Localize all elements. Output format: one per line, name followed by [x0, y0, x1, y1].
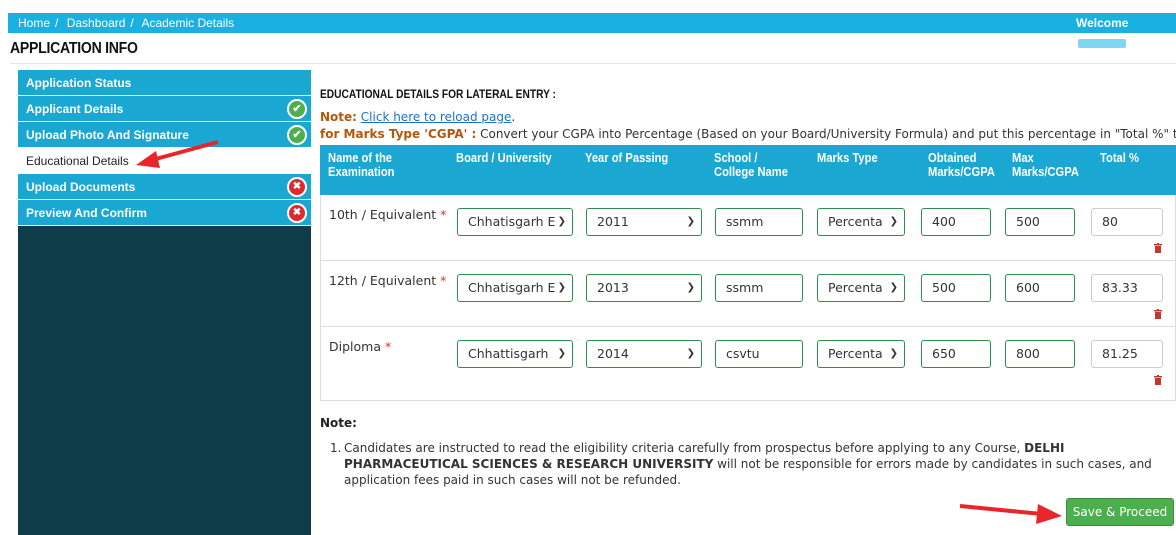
board-select[interactable]: Chhatisgarh E ❯ [457, 274, 573, 302]
school-input[interactable]: ssmm [715, 208, 803, 236]
year-select[interactable]: 2014 ❯ [586, 340, 702, 368]
chevron-down-icon: ❯ [686, 216, 695, 227]
breadcrumb: Home / Dashboard / Academic Details Welcom… [8, 13, 1176, 49]
school-input[interactable]: csvtu [715, 340, 803, 368]
breadcrumb-current: Academic Details [141, 16, 235, 30]
arrow-annotation-icon [136, 140, 219, 168]
sidebar-item-application-status[interactable]: Application Status [18, 70, 311, 96]
col-board: Board / University [456, 150, 552, 165]
cross-icon: ✖ [287, 177, 307, 197]
redacted-username [1078, 39, 1126, 49]
title-divider [10, 63, 1176, 64]
reload-note: Note: Click here to reload page. [320, 110, 516, 124]
marks-type-select[interactable]: Percenta ❯ [817, 208, 905, 236]
marks-type-select[interactable]: Percenta ❯ [817, 340, 905, 368]
save-proceed-button[interactable]: Save & Proceed [1066, 498, 1174, 526]
page-title: APPLICATION INFO [10, 40, 138, 57]
obtained-marks-input[interactable]: 400 [921, 208, 991, 236]
sidebar-item-label: Application Status [26, 76, 132, 90]
chevron-down-icon: ❯ [889, 216, 898, 227]
exam-name: Diploma * [329, 339, 392, 354]
chevron-down-icon: ❯ [686, 348, 695, 359]
table-row: 10th / Equivalent * Chhatisgarh E ❯ 2011 ❯… [321, 195, 1176, 261]
year-select[interactable]: 2011 ❯ [586, 208, 702, 236]
sidebar-item-preview-confirm[interactable]: Preview And Confirm ✖ [18, 200, 311, 226]
trash-icon[interactable] [1154, 309, 1162, 319]
total-percent-input[interactable]: 81.25 [1091, 340, 1163, 368]
reload-page-link[interactable]: Click here to reload page [361, 110, 512, 124]
sidebar-item-label: Educational Details [26, 154, 129, 168]
table-header: Name of the Examination Board / Universi… [320, 145, 1176, 195]
chevron-down-icon: ❯ [889, 348, 898, 359]
max-marks-input[interactable]: 500 [1005, 208, 1075, 236]
sidebar-item-upload-documents[interactable]: Upload Documents ✖ [18, 174, 311, 200]
note-text: Candidates are instructed to read the el… [344, 441, 1152, 487]
exam-name: 12th / Equivalent * [329, 273, 447, 288]
school-input[interactable]: ssmm [715, 274, 803, 302]
obtained-marks-input[interactable]: 650 [921, 340, 991, 368]
board-select[interactable]: Chhatisgarh E ❯ [457, 208, 573, 236]
education-table: Name of the Examination Board / Universi… [320, 145, 1176, 401]
cross-icon: ✖ [287, 203, 307, 223]
sidebar-item-label: Upload Documents [26, 180, 136, 194]
col-exam-name: Name of the Examination [328, 150, 395, 179]
chevron-down-icon: ❯ [889, 282, 898, 293]
notes-body: 1. Candidates are instructed to read the… [330, 440, 1166, 488]
sidebar-item-label: Applicant Details [26, 102, 124, 116]
table-row: 12th / Equivalent * Chhatisgarh E ❯ 2013 ❯… [321, 261, 1176, 327]
trash-icon[interactable] [1154, 375, 1162, 385]
col-marks-type: Marks Type [817, 150, 878, 165]
table-row: Diploma * Chhattisgarh ❯ 2014 ❯ csvtu Perc… [321, 327, 1176, 393]
col-year: Year of Passing [585, 150, 669, 165]
year-select[interactable]: 2013 ❯ [586, 274, 702, 302]
board-select[interactable]: Chhattisgarh ❯ [457, 340, 573, 368]
notes-title: Note: [320, 416, 357, 430]
sidebar-item-applicant-details[interactable]: Applicant Details ✔ [18, 96, 311, 122]
arrow-annotation-icon [959, 504, 1062, 524]
welcome-text: Welcome [1076, 13, 1176, 53]
col-max: Max Marks/CGPA [1012, 150, 1079, 179]
col-school: School / College Name [714, 150, 788, 179]
max-marks-input[interactable]: 800 [1005, 340, 1075, 368]
marks-type-select[interactable]: Percenta ❯ [817, 274, 905, 302]
chevron-down-icon: ❯ [557, 282, 566, 293]
chevron-down-icon: ❯ [557, 348, 566, 359]
note-number: 1. [330, 441, 342, 455]
max-marks-input[interactable]: 600 [1005, 274, 1075, 302]
section-title: EDUCATIONAL DETAILS FOR LATERAL ENTRY : [320, 87, 556, 101]
check-icon: ✔ [287, 125, 307, 145]
trash-icon[interactable] [1154, 243, 1162, 253]
col-total: Total % [1100, 150, 1139, 165]
breadcrumb-dashboard[interactable]: Dashboard [67, 16, 126, 30]
sidebar-item-label: Preview And Confirm [26, 206, 147, 220]
obtained-marks-input[interactable]: 500 [921, 274, 991, 302]
table-body: 10th / Equivalent * Chhatisgarh E ❯ 2011 ❯… [320, 195, 1176, 401]
total-percent-input[interactable]: 80 [1091, 208, 1163, 236]
breadcrumb-home[interactable]: Home [18, 16, 50, 30]
col-obtained: Obtained Marks/CGPA [928, 150, 995, 179]
exam-name: 10th / Equivalent * [329, 207, 447, 222]
chevron-down-icon: ❯ [557, 216, 566, 227]
chevron-down-icon: ❯ [686, 282, 695, 293]
total-percent-input[interactable]: 83.33 [1091, 274, 1163, 302]
check-icon: ✔ [287, 99, 307, 119]
cgpa-note: for Marks Type 'CGPA' : Convert your CGP… [320, 127, 1176, 141]
